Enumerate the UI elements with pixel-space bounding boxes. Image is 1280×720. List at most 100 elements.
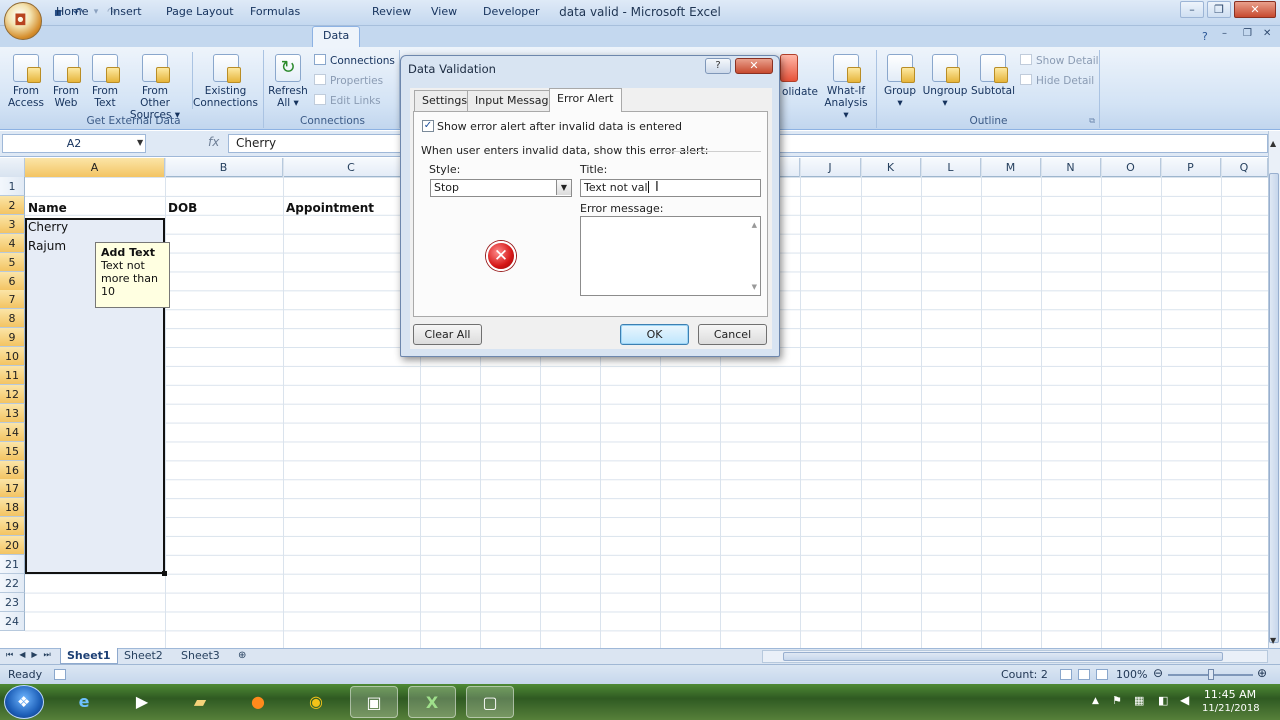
tab-data[interactable]: Data: [312, 26, 361, 48]
column-header[interactable]: P: [1161, 158, 1221, 177]
error-message-textarea[interactable]: ▲ ▼: [580, 216, 761, 296]
name-box-dropdown-icon[interactable]: ▼: [137, 138, 143, 147]
row-header[interactable]: 5: [0, 252, 25, 272]
tab-insert[interactable]: Insert: [100, 3, 152, 22]
scroll-up-icon[interactable]: ▲: [1270, 139, 1276, 148]
title-input[interactable]: Text not val: [580, 179, 761, 197]
close-window-button[interactable]: ✕: [1234, 1, 1276, 18]
subtotal-button[interactable]: Subtotal: [970, 52, 1016, 97]
firefox-icon[interactable]: ●: [234, 686, 282, 718]
h-scroll-thumb[interactable]: [783, 652, 1223, 661]
page-break-view-icon[interactable]: [1096, 669, 1108, 680]
show-detail-button[interactable]: Show Detail: [1020, 53, 1099, 69]
zoom-level[interactable]: 100%: [1116, 668, 1147, 681]
row-header[interactable]: 8: [0, 309, 25, 329]
refresh-all-button[interactable]: ↻ Refresh All ▾: [268, 52, 308, 109]
row-header[interactable]: 1: [0, 177, 25, 196]
row-header[interactable]: 9: [0, 328, 25, 348]
volume-icon[interactable]: ◀: [1180, 693, 1189, 707]
dialog-help-button[interactable]: ?: [705, 58, 731, 74]
column-header[interactable]: J: [800, 158, 861, 177]
taskbar-clock[interactable]: 11:45 AM 11/21/2018: [1202, 688, 1260, 716]
from-other-sources-button[interactable]: From Other Sources ▾: [126, 52, 184, 121]
column-header[interactable]: L: [921, 158, 981, 177]
cell-a1[interactable]: Name: [28, 199, 67, 218]
dialog-launcher-icon[interactable]: ⧉: [1089, 116, 1095, 126]
maximize-button[interactable]: ❐: [1207, 1, 1231, 18]
excel-taskbar-icon[interactable]: X: [408, 686, 456, 718]
column-header[interactable]: K: [861, 158, 921, 177]
sheet-tab-sheet2[interactable]: Sheet2: [118, 648, 169, 664]
ribbon-minimize-icon[interactable]: –: [1222, 28, 1227, 39]
row-header[interactable]: 3: [0, 214, 25, 234]
sheet-tab-sheet3[interactable]: Sheet3: [175, 648, 226, 664]
zoom-out-icon[interactable]: ⊖: [1153, 666, 1163, 680]
column-header[interactable]: Q: [1221, 158, 1268, 177]
tab-developer[interactable]: Developer: [473, 3, 550, 22]
row-header[interactable]: 24: [0, 611, 25, 631]
zoom-in-icon[interactable]: ⊕: [1257, 666, 1267, 680]
tab-view[interactable]: View: [421, 3, 467, 22]
row-header[interactable]: 6: [0, 271, 25, 291]
style-select[interactable]: Stop ▼: [430, 179, 572, 197]
tab-formulas[interactable]: Formulas: [240, 3, 310, 22]
cell-b1[interactable]: DOB: [168, 199, 197, 218]
chrome-icon[interactable]: ◉: [292, 686, 340, 718]
tray-network-icon[interactable]: ▦: [1134, 694, 1144, 707]
textarea-scroll-down-icon[interactable]: ▼: [752, 283, 757, 291]
cell-a2[interactable]: Cherry: [28, 218, 68, 237]
media-player-icon[interactable]: ▶: [118, 686, 166, 718]
insert-sheet-icon[interactable]: ⊕: [232, 648, 252, 664]
style-dropdown-icon[interactable]: ▼: [556, 180, 571, 195]
scroll-down-icon[interactable]: ▼: [1270, 636, 1276, 645]
tray-device-icon[interactable]: ◧: [1158, 694, 1168, 707]
row-header[interactable]: 22: [0, 573, 25, 593]
column-header[interactable]: O: [1101, 158, 1161, 177]
ungroup-button[interactable]: Ungroup ▾: [922, 52, 968, 109]
from-text-button[interactable]: From Text: [85, 52, 125, 109]
textarea-scroll-up-icon[interactable]: ▲: [752, 221, 757, 229]
app-taskbar-icon[interactable]: ▢: [466, 686, 514, 718]
row-header[interactable]: 2: [0, 195, 25, 215]
sheet-tab-sheet1[interactable]: Sheet1: [60, 648, 118, 664]
connections-button[interactable]: Connections: [314, 53, 395, 69]
horizontal-scrollbar[interactable]: [762, 650, 1268, 663]
dialog-close-button[interactable]: ✕: [735, 58, 773, 74]
hide-detail-button[interactable]: Hide Detail: [1020, 73, 1094, 89]
tray-arrow-icon[interactable]: ▲: [1092, 696, 1099, 706]
dialog-tab-settings[interactable]: Settings: [414, 90, 476, 111]
tab-page-layout[interactable]: Page Layout: [156, 3, 244, 22]
minimize-button[interactable]: –: [1180, 1, 1204, 18]
help-icon[interactable]: ?: [1202, 30, 1208, 43]
from-access-button[interactable]: From Access: [6, 52, 46, 109]
column-header[interactable]: N: [1041, 158, 1101, 177]
tab-home[interactable]: Home: [46, 3, 98, 22]
properties-button[interactable]: Properties: [314, 73, 383, 89]
tray-flag-icon[interactable]: ⚑: [1112, 694, 1122, 707]
macro-record-icon[interactable]: [54, 669, 66, 680]
consolidate-button[interactable]: olidate: [780, 52, 820, 98]
show-alert-checkbox[interactable]: ✓: [422, 120, 434, 132]
scroll-thumb[interactable]: [1269, 173, 1279, 643]
edit-links-button[interactable]: Edit Links: [314, 93, 381, 109]
row-header[interactable]: 16: [0, 460, 25, 480]
cancel-button[interactable]: Cancel: [698, 324, 767, 345]
clear-all-button[interactable]: Clear All: [413, 324, 482, 345]
row-header[interactable]: 7: [0, 290, 25, 310]
select-all-corner[interactable]: [0, 158, 25, 177]
ribbon-close-icon[interactable]: ✕: [1263, 28, 1271, 39]
fill-handle[interactable]: [162, 571, 167, 576]
normal-view-icon[interactable]: [1060, 669, 1072, 680]
column-header[interactable]: A: [25, 158, 165, 177]
ribbon-restore-icon[interactable]: ❐: [1243, 28, 1252, 39]
row-header[interactable]: 19: [0, 517, 25, 537]
office-button[interactable]: ◘: [4, 2, 42, 40]
row-header[interactable]: 17: [0, 479, 25, 499]
from-web-button[interactable]: From Web: [46, 52, 86, 109]
column-header[interactable]: B: [165, 158, 283, 177]
sheet-nav-icons[interactable]: ⏮◀▶⏭: [6, 650, 57, 660]
row-header[interactable]: 10: [0, 347, 25, 367]
folder-icon[interactable]: ▰: [176, 686, 224, 718]
row-header[interactable]: 12: [0, 384, 25, 404]
row-header[interactable]: 11: [0, 366, 25, 385]
